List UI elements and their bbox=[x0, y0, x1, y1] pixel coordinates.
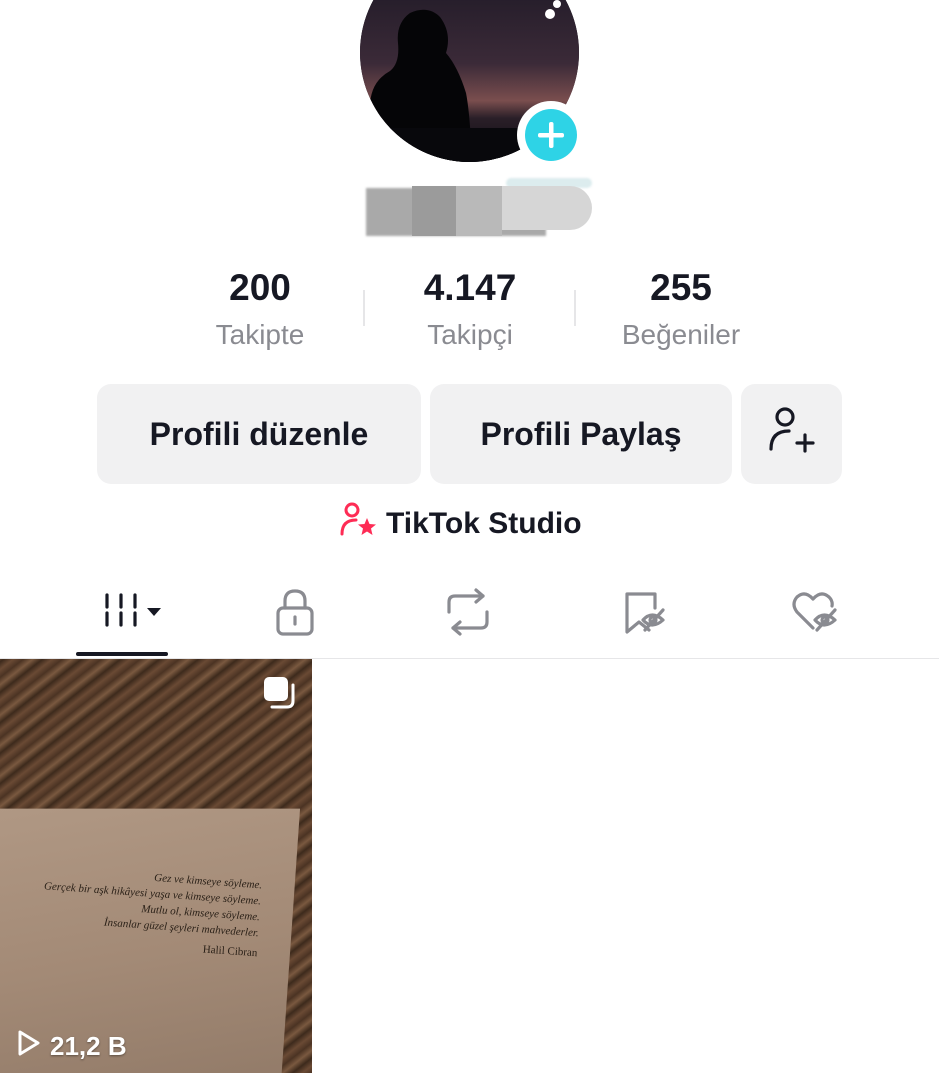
tab-favorites[interactable] bbox=[603, 584, 689, 644]
stat-likes[interactable]: 255 Beğeniler bbox=[571, 262, 791, 356]
tab-private[interactable] bbox=[252, 584, 338, 644]
studio-label: TikTok Studio bbox=[386, 507, 582, 540]
following-label: Takipte bbox=[215, 319, 305, 350]
lock-icon bbox=[271, 586, 319, 643]
creator-star-icon bbox=[338, 500, 378, 548]
videos-grid-icon bbox=[81, 587, 151, 642]
username-redacted bbox=[366, 178, 592, 238]
plus-icon bbox=[525, 109, 577, 161]
tiktok-studio-link[interactable]: TikTok Studio bbox=[338, 500, 582, 548]
repost-icon bbox=[441, 586, 495, 643]
multi-post-icon bbox=[262, 675, 298, 716]
likes-count: 255 bbox=[650, 267, 712, 308]
add-friend-button[interactable] bbox=[741, 384, 842, 484]
book-quote: Gez ve kimseye söyleme. Gerçek bir aşk h… bbox=[17, 861, 263, 962]
tab-liked[interactable] bbox=[773, 584, 859, 644]
edit-profile-button[interactable]: Profili düzenle bbox=[97, 384, 421, 484]
followers-count: 4.147 bbox=[423, 267, 517, 308]
stat-followers[interactable]: 4.147 Takipçi bbox=[360, 262, 580, 356]
profile-tabs bbox=[0, 570, 939, 659]
avatar-decoration bbox=[540, 0, 610, 29]
profile-stats: 200 Takipte 4.147 Takipçi 255 Beğeniler bbox=[150, 262, 790, 362]
play-icon bbox=[16, 1029, 42, 1064]
tab-videos[interactable] bbox=[76, 584, 168, 644]
view-count: 21,2 B bbox=[16, 1029, 127, 1064]
profile-page: 200 Takipte 4.147 Takipçi 255 Beğeniler … bbox=[0, 0, 939, 1080]
view-count-label: 21,2 B bbox=[50, 1031, 127, 1061]
following-count: 200 bbox=[229, 267, 291, 308]
likes-label: Beğeniler bbox=[621, 319, 741, 350]
add-user-icon bbox=[765, 403, 819, 465]
stat-following[interactable]: 200 Takipte bbox=[150, 262, 370, 356]
video-thumbnail[interactable]: Gez ve kimseye söyleme. Gerçek bir aşk h… bbox=[0, 659, 312, 1073]
share-profile-button[interactable]: Profili Paylaş bbox=[430, 384, 732, 484]
add-story-button[interactable] bbox=[517, 101, 585, 169]
tab-reposts[interactable] bbox=[425, 584, 511, 644]
liked-hidden-icon bbox=[789, 586, 843, 643]
active-tab-indicator bbox=[76, 652, 168, 656]
bookmark-hidden-icon bbox=[619, 586, 673, 643]
chevron-down-icon bbox=[145, 605, 163, 623]
followers-label: Takipçi bbox=[427, 319, 513, 350]
